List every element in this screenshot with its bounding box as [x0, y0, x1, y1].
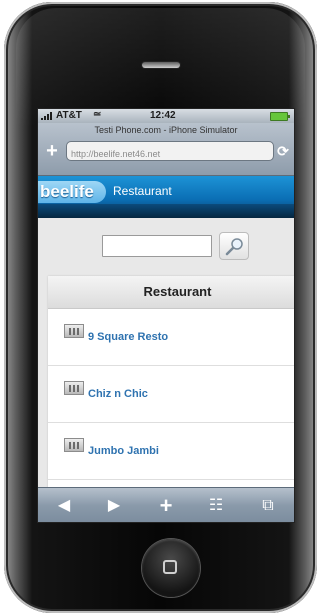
earpiece-speaker	[142, 62, 180, 68]
add-icon[interactable]: +	[146, 488, 186, 522]
add-bookmark-button[interactable]: +	[44, 141, 60, 161]
wifi-icon: ≃	[93, 109, 102, 120]
list-item-label[interactable]: Jumbo Jambi	[88, 445, 159, 457]
home-button[interactable]	[142, 539, 200, 597]
signal-strength-icon	[41, 112, 52, 120]
restaurant-thumbnail-icon	[64, 381, 84, 395]
back-icon[interactable]: ◀	[44, 488, 84, 522]
site-header: beelife Restaurant	[38, 176, 294, 218]
reload-button[interactable]: ⟳	[276, 142, 290, 160]
pages-icon[interactable]: ⧉	[248, 488, 288, 522]
status-time: 12:42	[150, 110, 176, 121]
list-item[interactable]: Jumbo Jambi	[48, 423, 294, 480]
page-title: Testi Phone.com - iPhone Simulator	[94, 125, 238, 135]
search-button[interactable]	[219, 232, 249, 260]
phone-screen: AT&T ≃ 12:42 Testi Phone.com - iPhone Si…	[37, 108, 295, 523]
header-title: Restaurant	[113, 184, 172, 198]
home-square-icon	[163, 560, 177, 574]
list-header: Restaurant	[48, 276, 294, 309]
browser-toolbar: ◀ ▶ + ☷ ⧉	[38, 487, 294, 522]
header-band	[38, 204, 294, 218]
page-content: Restaurant 9 Square Resto Chiz n Chic Ju…	[38, 218, 294, 496]
list-item[interactable]: Chiz n Chic	[48, 366, 294, 423]
magnifier-icon	[225, 238, 243, 256]
url-field[interactable]: http://beelife.net46.net	[66, 141, 274, 161]
battery-icon	[270, 112, 290, 121]
carrier-name: AT&T	[56, 110, 82, 121]
browser-address-bar: Testi Phone.com - iPhone Simulator + htt…	[38, 123, 294, 176]
list-item-label[interactable]: Chiz n Chic	[88, 388, 148, 400]
status-bar: AT&T ≃ 12:42	[38, 109, 294, 123]
restaurant-thumbnail-icon	[64, 324, 84, 338]
iphone-device-frame: AT&T ≃ 12:42 Testi Phone.com - iPhone Si…	[4, 2, 317, 613]
list-item[interactable]: 9 Square Resto	[48, 309, 294, 366]
bookmarks-icon[interactable]: ☷	[196, 488, 236, 522]
restaurant-thumbnail-icon	[64, 438, 84, 452]
search-input[interactable]	[102, 235, 212, 257]
list-item-label[interactable]: 9 Square Resto	[88, 331, 168, 343]
restaurant-list: Restaurant 9 Square Resto Chiz n Chic Ju…	[48, 276, 294, 496]
forward-icon[interactable]: ▶	[94, 488, 134, 522]
beelife-logo[interactable]: beelife	[38, 181, 106, 203]
